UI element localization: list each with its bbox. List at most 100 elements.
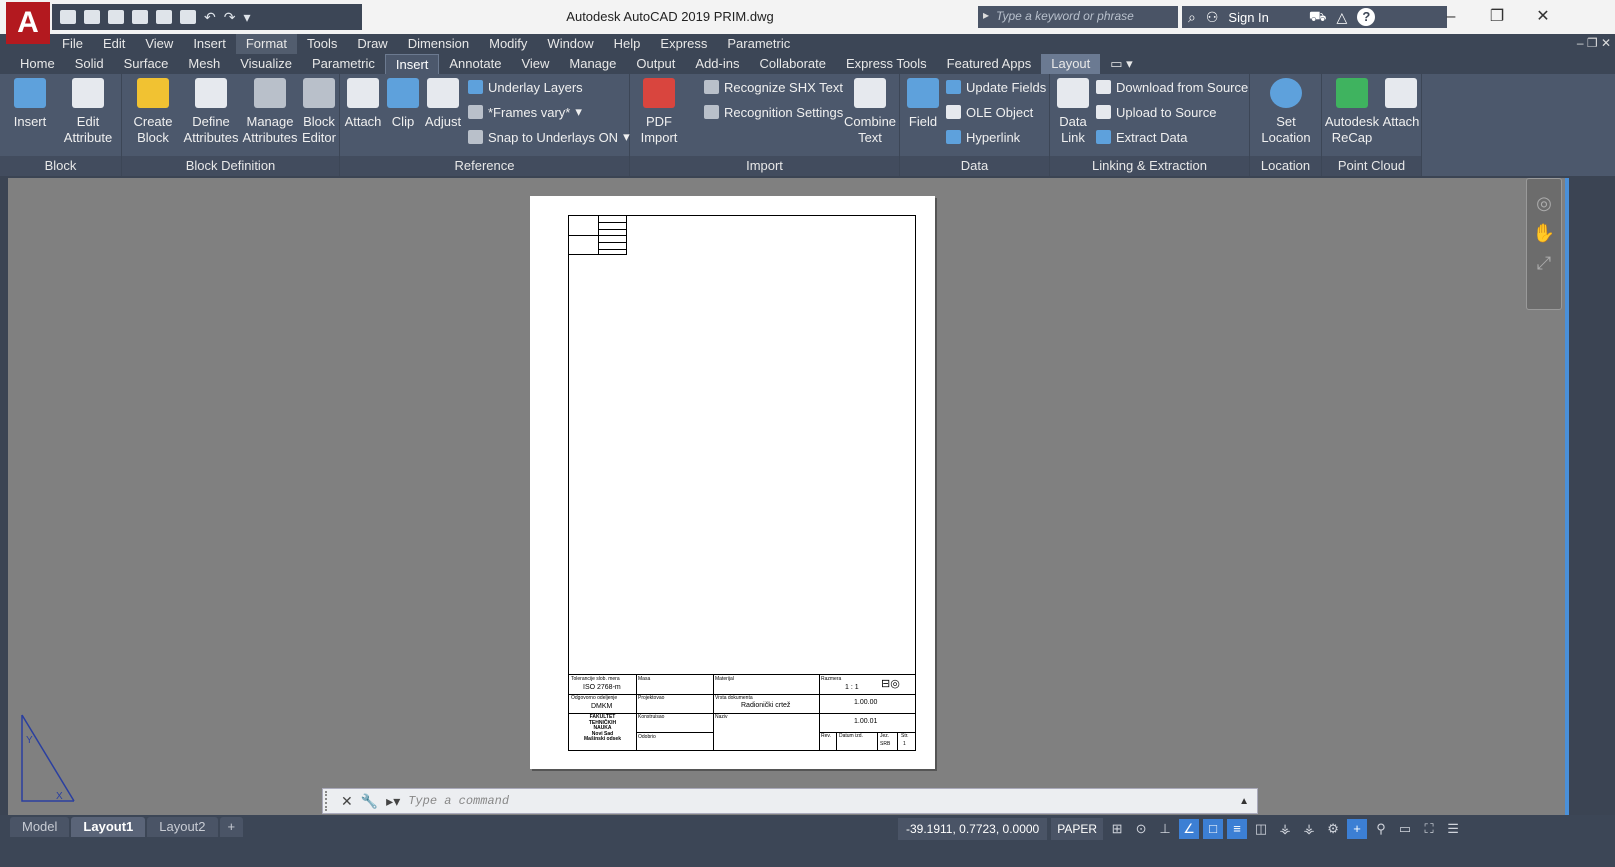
recognition-settings-button[interactable]: Recognition Settings — [704, 102, 843, 122]
osnap-icon[interactable]: □ — [1203, 819, 1224, 839]
upload-to-source-button[interactable]: Upload to Source — [1096, 102, 1216, 122]
application-menu-button[interactable]: A — [6, 2, 50, 44]
tab-surface[interactable]: Surface — [114, 54, 179, 74]
layout-tab-model[interactable]: Model — [10, 817, 70, 837]
menu-draw[interactable]: Draw — [347, 34, 397, 54]
tab-home[interactable]: Home — [10, 54, 65, 74]
customize-menu-icon[interactable]: ☰ — [1443, 819, 1463, 839]
transparency-icon[interactable]: ◫ — [1251, 819, 1271, 839]
user-icon[interactable]: ⚇ — [1206, 9, 1219, 26]
menu-view[interactable]: View — [135, 34, 183, 54]
help-icon[interactable]: ? — [1357, 8, 1376, 26]
panel-title-point-cloud[interactable]: Point Cloud — [1322, 156, 1421, 176]
attach-button[interactable]: Attach — [344, 78, 382, 130]
tab-layout[interactable]: Layout — [1041, 54, 1101, 74]
wrench-icon[interactable]: 🔧 — [361, 793, 378, 810]
open-icon[interactable] — [84, 10, 100, 24]
define-attributes-button[interactable]: Define Attributes — [182, 78, 240, 146]
tab-featured-apps[interactable]: Featured Apps — [937, 54, 1042, 74]
panel-title-location[interactable]: Location — [1250, 156, 1321, 176]
adjust-button[interactable]: Adjust — [424, 78, 462, 130]
panel-title-reference[interactable]: Reference — [340, 156, 629, 176]
tab-solid[interactable]: Solid — [65, 54, 114, 74]
pan-icon[interactable]: ✋ — [1532, 223, 1556, 247]
point-cloud-attach-button[interactable]: Attach — [1382, 78, 1420, 130]
close-button[interactable]: ✕ — [1520, 6, 1566, 30]
clip-button[interactable]: Clip — [386, 78, 420, 130]
ribbon-display-toggle-icon[interactable]: ▭ ▾ — [1100, 54, 1142, 74]
combine-text-button[interactable]: Combine Text — [844, 78, 896, 146]
snap-underlays-dropdown[interactable]: Snap to Underlays ON ▾ — [468, 127, 630, 147]
data-link-button[interactable]: Data Link — [1054, 78, 1092, 146]
isolate-icon[interactable]: ⚲ — [1371, 819, 1391, 839]
menu-window[interactable]: Window — [537, 34, 603, 54]
grip-handle[interactable] — [325, 791, 333, 811]
panel-title-import[interactable]: Import — [630, 156, 899, 176]
panel-title-block-definition[interactable]: Block Definition — [122, 156, 339, 176]
zoom-extents-icon[interactable]: ⤢ — [1532, 253, 1556, 277]
tab-annotate[interactable]: Annotate — [439, 54, 511, 74]
tab-add-ins[interactable]: Add-ins — [685, 54, 749, 74]
tab-insert[interactable]: Insert — [384, 54, 440, 74]
tab-visualize[interactable]: Visualize — [230, 54, 302, 74]
block-editor-button[interactable]: Block Editor — [300, 78, 338, 146]
coordinates-readout[interactable]: -39.1911, 0.7723, 0.0000 — [898, 818, 1048, 840]
tab-output[interactable]: Output — [626, 54, 685, 74]
new-icon[interactable] — [60, 10, 76, 24]
gear-icon[interactable]: ⚙ — [1323, 819, 1343, 839]
menu-parametric[interactable]: Parametric — [717, 34, 800, 54]
command-history-icon[interactable]: ▲ — [1239, 796, 1249, 807]
edit-attribute-button[interactable]: Edit Attribute — [58, 78, 118, 146]
document-window-controls[interactable]: – ❐ ✕ — [1577, 36, 1611, 50]
set-location-button[interactable]: Set Location — [1258, 78, 1314, 146]
save-as-icon[interactable] — [132, 10, 148, 24]
recognize-shx-button[interactable]: Recognize SHX Text — [704, 77, 843, 97]
panel-title-block[interactable]: Block — [0, 156, 121, 176]
plus-icon[interactable]: + — [1347, 819, 1368, 839]
menu-tools[interactable]: Tools — [297, 34, 347, 54]
menu-edit[interactable]: Edit — [93, 34, 135, 54]
hardware-accel-icon[interactable]: ▭ — [1395, 819, 1415, 839]
panel-title-linking[interactable]: Linking & Extraction — [1050, 156, 1249, 176]
paper-space-toggle[interactable]: PAPER — [1051, 818, 1104, 840]
pdf-import-button[interactable]: PDF Import — [636, 78, 682, 146]
close-icon[interactable]: ✕ — [341, 793, 353, 810]
menu-dimension[interactable]: Dimension — [398, 34, 479, 54]
polar-icon[interactable]: ∠ — [1179, 819, 1200, 839]
menu-modify[interactable]: Modify — [479, 34, 537, 54]
sign-in-link[interactable]: Sign In — [1228, 10, 1268, 25]
undo-icon[interactable]: ↶ — [204, 10, 216, 24]
tab-mesh[interactable]: Mesh — [178, 54, 230, 74]
menu-insert[interactable]: Insert — [183, 34, 236, 54]
tab-express-tools[interactable]: Express Tools — [836, 54, 937, 74]
minimize-button[interactable]: – — [1428, 6, 1474, 30]
download-from-source-button[interactable]: Download from Source — [1096, 77, 1248, 97]
web-icon[interactable] — [156, 10, 172, 24]
layout-tab-layout1[interactable]: Layout1 — [71, 817, 146, 837]
tab-view[interactable]: View — [511, 54, 559, 74]
plot-icon[interactable] — [180, 10, 196, 24]
hyperlink-button[interactable]: Hyperlink — [946, 127, 1020, 147]
create-block-button[interactable]: Create Block — [128, 78, 178, 146]
ortho-icon[interactable]: ⊥ — [1155, 819, 1175, 839]
tab-parametric[interactable]: Parametric — [302, 54, 385, 74]
frames-dropdown[interactable]: *Frames vary* ▾ — [468, 102, 582, 122]
ole-object-button[interactable]: OLE Object — [946, 102, 1033, 122]
annotation-visibility-icon[interactable]: ⚶ — [1299, 819, 1319, 839]
recent-commands-icon[interactable]: ▸▾ — [386, 793, 400, 810]
lineweight-icon[interactable]: ≡ — [1227, 819, 1248, 839]
clean-screen-icon[interactable]: ⛶ — [1419, 819, 1439, 839]
grid-icon[interactable]: ⊞ — [1107, 819, 1127, 839]
steering-wheel-icon[interactable]: ◎ — [1532, 193, 1556, 217]
tab-manage[interactable]: Manage — [559, 54, 626, 74]
a360-icon[interactable]: △ — [1337, 9, 1348, 26]
panel-title-data[interactable]: Data — [900, 156, 1049, 176]
menu-express[interactable]: Express — [650, 34, 717, 54]
manage-attributes-button[interactable]: Manage Attributes — [242, 78, 298, 146]
customize-icon[interactable]: ▾ — [243, 10, 250, 24]
menu-format[interactable]: Format — [235, 34, 297, 54]
extract-data-button[interactable]: Extract Data — [1096, 127, 1188, 147]
add-layout-button[interactable]: + — [219, 817, 244, 837]
menu-file[interactable]: File — [52, 34, 93, 54]
tab-collaborate[interactable]: Collaborate — [749, 54, 836, 74]
